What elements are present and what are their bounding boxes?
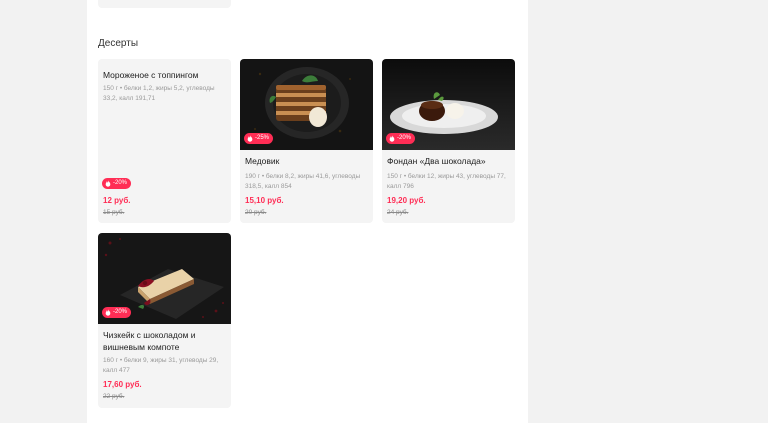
- product-nutrition: 150 г • белки 1,2, жиры 5,2, углеводы 33…: [103, 85, 215, 102]
- flame-icon: [389, 135, 395, 142]
- previous-product-card[interactable]: [98, 0, 231, 8]
- discount-value: -20%: [113, 180, 128, 186]
- product-name: Чизкейк с шоколадом и вишневым компоте: [103, 330, 196, 352]
- section-title: Десерты: [98, 38, 139, 49]
- discount-badge: -20%: [386, 133, 416, 144]
- flame-icon: [105, 180, 111, 187]
- product-nutrition: 190 г • белки 8,2, жиры 41,6, углеводы 3…: [245, 173, 361, 190]
- product-old-price: 22 руб.: [103, 393, 125, 400]
- flame-icon: [247, 135, 253, 142]
- discount-badge: -20%: [102, 307, 132, 318]
- product-card[interactable]: -25% Медовик 190 г • белки 8,2, жиры 41,…: [240, 59, 373, 223]
- product-old-price: 20 руб.: [245, 209, 267, 216]
- product-price: 19,20 руб.: [387, 196, 426, 205]
- discount-value: -25%: [255, 135, 270, 141]
- product-old-price: 24 руб.: [387, 209, 409, 216]
- discount-badge: -20%: [102, 178, 132, 189]
- product-name: Фондан «Два шоколада»: [387, 156, 486, 166]
- product-price: 15,10 руб.: [245, 196, 284, 205]
- product-old-price: 15 руб.: [103, 209, 125, 216]
- product-card[interactable]: -20% Фондан «Два шоколада» 150 г • белки…: [382, 59, 515, 223]
- product-nutrition: 150 г • белки 12, жиры 43, углеводы 77, …: [387, 173, 506, 190]
- product-name: Мороженое с топпингом: [103, 70, 199, 80]
- flame-icon: [105, 309, 111, 316]
- product-nutrition: 160 г • белки 9, жиры 31, углеводы 29, к…: [103, 357, 219, 374]
- product-name: Медовик: [245, 156, 280, 166]
- discount-value: -20%: [113, 309, 128, 315]
- product-price: 17,60 руб.: [103, 380, 142, 389]
- product-card[interactable]: Мороженое с топпингом 150 г • белки 1,2,…: [98, 59, 231, 223]
- product-price: 12 руб.: [103, 196, 131, 205]
- product-card[interactable]: -20% Чизкейк с шоколадом и вишневым комп…: [98, 233, 231, 408]
- discount-value: -20%: [397, 135, 412, 141]
- discount-badge: -25%: [244, 133, 274, 144]
